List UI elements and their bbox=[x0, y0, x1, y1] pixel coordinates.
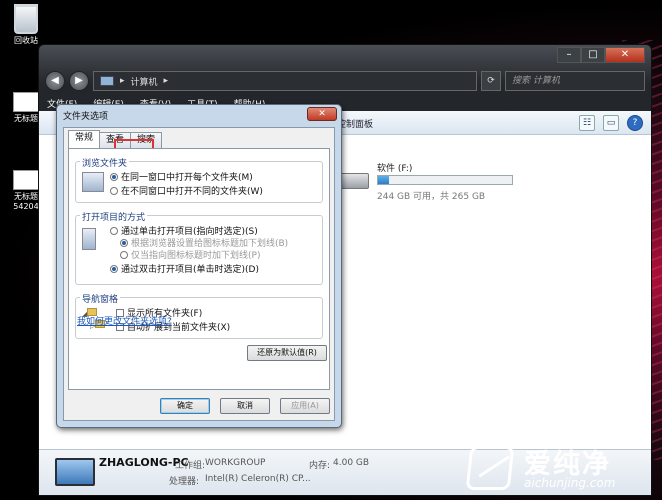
computer-icon bbox=[55, 458, 95, 486]
radio-icon bbox=[110, 186, 118, 195]
radio-icon bbox=[120, 238, 128, 247]
radio-same-window[interactable]: 在同一窗口中打开每个文件夹(M) bbox=[110, 170, 253, 183]
dialog-close-icon[interactable]: ✕ bbox=[307, 107, 337, 121]
breadcrumb-arrow-icon: ▸ bbox=[120, 76, 125, 86]
document-icon bbox=[13, 170, 39, 190]
dialog-body: 常规 查看 搜索 浏览文件夹 在同一窗口中打开每个文件夹(M) 在不同窗口中打开… bbox=[63, 127, 335, 421]
tab-general[interactable]: 常规 bbox=[68, 130, 101, 148]
workgroup-value: WORKGROUP bbox=[205, 458, 266, 468]
hard-drive-icon bbox=[339, 173, 369, 189]
general-tab-panel: 浏览文件夹 在同一窗口中打开每个文件夹(M) 在不同窗口中打开不同的文件夹(W)… bbox=[68, 148, 330, 390]
preview-pane-icon[interactable]: ▭ bbox=[603, 115, 619, 131]
radio-double-click[interactable]: 通过双击打开项目(单击时选定)(D) bbox=[110, 262, 259, 275]
window-icon bbox=[82, 172, 104, 192]
memory-value: 4.00 GB bbox=[333, 458, 370, 468]
forward-icon[interactable]: ▶ bbox=[69, 71, 89, 91]
drive-usage-bar bbox=[377, 175, 513, 185]
drive-name: 软件 (F:) bbox=[377, 164, 413, 174]
cancel-button[interactable]: 取消 bbox=[220, 398, 270, 414]
drive-free-space: 244 GB 可用，共 265 GB bbox=[377, 192, 486, 202]
watermark: 爱纯净 aichunjing.com bbox=[465, 442, 662, 500]
desktop-icon-recycle-bin[interactable]: 回收站 bbox=[4, 4, 48, 46]
option-label: 通过双击打开项目(单击时选定)(D) bbox=[121, 265, 259, 275]
radio-icon bbox=[110, 226, 118, 235]
brand-url: aichunjing.com bbox=[524, 476, 616, 490]
processor-value: Intel(R) Celeron(R) CP... bbox=[205, 474, 311, 484]
back-icon[interactable]: ◀ bbox=[45, 71, 65, 91]
window-controls: – □ ✕ bbox=[557, 47, 645, 63]
group-title: 打开项目的方式 bbox=[80, 210, 148, 223]
workgroup-label: 工作组: bbox=[175, 461, 206, 471]
cursor-icon bbox=[82, 228, 96, 250]
recycle-bin-icon bbox=[14, 4, 38, 34]
breadcrumb-arrow-icon: ▸ bbox=[163, 76, 169, 86]
radio-underline-hover[interactable]: 仅当指向图标标题时加下划线(P) bbox=[120, 248, 260, 261]
drive-usage-fill bbox=[378, 176, 389, 184]
option-label: 在不同窗口中打开不同的文件夹(W) bbox=[121, 187, 263, 197]
click-items-group: 打开项目的方式 通过单击打开项目(指向时选定)(S) 根据浏览器设置给图标标题加… bbox=[75, 210, 323, 285]
apply-button[interactable]: 应用(A) bbox=[280, 398, 330, 414]
restore-defaults-button[interactable]: 还原为默认值(R) bbox=[247, 345, 327, 361]
help-icon[interactable]: ? bbox=[627, 115, 643, 131]
computer-icon bbox=[100, 76, 114, 86]
ok-button[interactable]: 确定 bbox=[160, 398, 210, 414]
maximize-button[interactable]: □ bbox=[581, 47, 605, 63]
radio-icon bbox=[120, 250, 128, 259]
browse-folders-group: 浏览文件夹 在同一窗口中打开每个文件夹(M) 在不同窗口中打开不同的文件夹(W) bbox=[75, 156, 323, 203]
help-link[interactable]: 我如何更改文件夹选项? bbox=[77, 314, 172, 327]
group-title: 导航窗格 bbox=[80, 292, 121, 305]
brand-logo-icon bbox=[465, 446, 515, 490]
dialog-title: 文件夹选项 bbox=[63, 112, 109, 122]
radio-icon bbox=[110, 264, 118, 273]
toolbar-icons: ☷ ▭ ? bbox=[579, 115, 643, 131]
option-label: 仅当指向图标标题时加下划线(P) bbox=[131, 251, 261, 261]
radio-new-window[interactable]: 在不同窗口中打开不同的文件夹(W) bbox=[110, 184, 263, 197]
navigation-bar: ◀ ▶ ▸ 计算机 ▸ ⟳ 搜索 计算机 bbox=[45, 69, 645, 93]
control-panel-button[interactable]: 控制面板 bbox=[337, 117, 373, 130]
memory-label: 内存: bbox=[309, 461, 331, 471]
radio-icon bbox=[110, 172, 118, 181]
minimize-button[interactable]: – bbox=[557, 47, 581, 63]
folder-options-dialog: 文件夹选项 ✕ 常规 查看 搜索 浏览文件夹 在同一窗口中打开每个文件夹(M) … bbox=[56, 104, 342, 428]
search-input[interactable]: 搜索 计算机 bbox=[505, 71, 645, 91]
breadcrumb[interactable]: 计算机 bbox=[131, 75, 158, 88]
view-options-icon[interactable]: ☷ bbox=[579, 115, 595, 131]
option-label: 在同一窗口中打开每个文件夹(M) bbox=[121, 173, 253, 183]
refresh-icon[interactable]: ⟳ bbox=[481, 71, 501, 91]
document-icon bbox=[13, 92, 39, 112]
close-button[interactable]: ✕ bbox=[605, 47, 645, 63]
group-title: 浏览文件夹 bbox=[80, 156, 130, 169]
address-bar[interactable]: ▸ 计算机 ▸ bbox=[93, 71, 477, 91]
processor-label: 处理器: bbox=[169, 477, 200, 487]
